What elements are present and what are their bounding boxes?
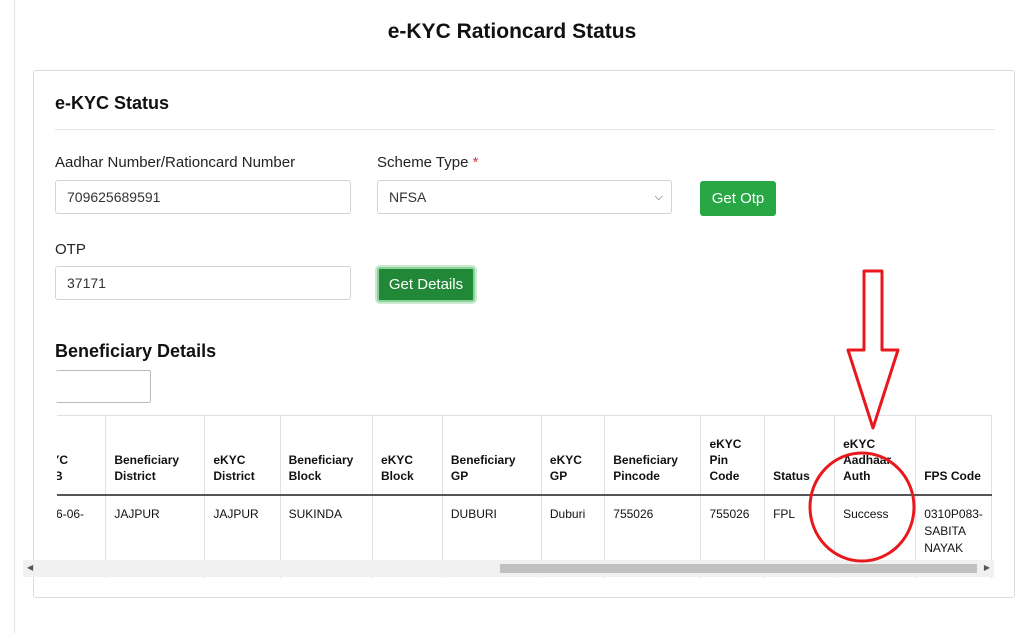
get-otp-button[interactable]: Get Otp bbox=[700, 181, 776, 216]
column-header[interactable]: Status bbox=[764, 415, 836, 496]
column-header[interactable]: eKYC Block bbox=[372, 415, 443, 496]
aadhar-label: Aadhar Number/Rationcard Number bbox=[55, 154, 296, 171]
scheme-type-label: Scheme Type * bbox=[377, 154, 478, 171]
arrow-left-icon[interactable]: ◀ bbox=[27, 563, 33, 572]
column-header[interactable]: Beneficiary Pincode bbox=[604, 415, 702, 496]
column-header[interactable]: eKYC District bbox=[204, 415, 281, 496]
section-title: e-KYC Status bbox=[55, 93, 170, 113]
column-header[interactable]: Beneficiary GP bbox=[441, 415, 542, 496]
column-header[interactable]: eKYC DOB bbox=[57, 415, 107, 496]
beneficiary-title: Beneficiary Details bbox=[55, 341, 217, 361]
column-header[interactable]: FPS Code bbox=[915, 415, 992, 496]
column-header[interactable]: eKYC Aadhaar Auth bbox=[834, 415, 917, 496]
beneficiary-table-viewport[interactable]: eKYC DOBBeneficiary DistricteKYC Distric… bbox=[57, 415, 992, 578]
otp-input[interactable]: 37171 bbox=[55, 266, 351, 300]
required-marker: * bbox=[472, 154, 479, 171]
scheme-type-value: NFSA bbox=[389, 189, 427, 205]
page-left-border bbox=[14, 0, 15, 633]
table-header-row: eKYC DOBBeneficiary DistricteKYC Distric… bbox=[57, 415, 992, 496]
scheme-type-select[interactable]: NFSA ⌵ bbox=[377, 180, 672, 214]
column-header[interactable]: eKYC GP bbox=[540, 415, 606, 496]
column-header[interactable]: Beneficiary District bbox=[105, 415, 206, 496]
aadhar-input[interactable]: 709625689591 bbox=[55, 180, 351, 214]
beneficiary-table: eKYC DOBBeneficiary DistricteKYC Distric… bbox=[57, 415, 992, 578]
page-title: e-KYC Rationcard Status bbox=[387, 20, 637, 43]
chevron-down-icon: ⌵ bbox=[654, 191, 663, 203]
ekyc-status-card: e-KYC Status Aadhar Number/Rationcard Nu… bbox=[33, 70, 1015, 598]
horizontal-scrollbar[interactable]: ◀ ▶ bbox=[23, 560, 994, 577]
table-search-input[interactable] bbox=[56, 370, 151, 403]
get-details-button[interactable]: Get Details bbox=[377, 267, 475, 302]
scheme-type-label-text: Scheme Type bbox=[377, 154, 469, 171]
scrollbar-thumb[interactable] bbox=[500, 564, 977, 573]
section-divider bbox=[55, 129, 995, 130]
column-header[interactable]: Beneficiary Block bbox=[279, 415, 374, 496]
column-header[interactable]: eKYC Pin Code bbox=[700, 415, 766, 496]
otp-label: OTP bbox=[55, 241, 86, 258]
arrow-right-icon[interactable]: ▶ bbox=[984, 563, 990, 572]
